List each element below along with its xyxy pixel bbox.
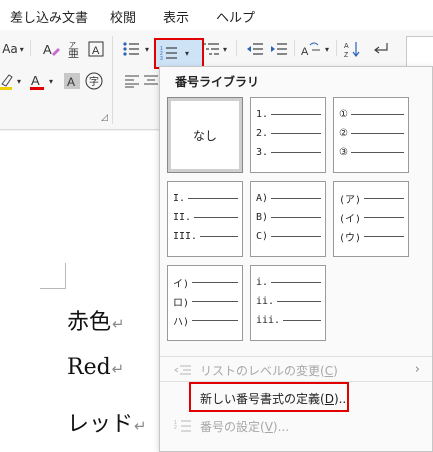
set-numbering-value-item[interactable]: 12 番号の設定(V)...: [172, 414, 424, 438]
submenu-chevron-icon: ›: [414, 362, 420, 377]
svg-text:A: A: [344, 43, 349, 50]
align-center-icon[interactable]: [142, 70, 160, 92]
menu-review[interactable]: 校閲: [110, 7, 136, 26]
change-list-level-item[interactable]: リストのレベルの変更(C) ›: [172, 358, 424, 382]
document-line-1[interactable]: 赤色↵: [67, 304, 125, 336]
svg-text:Z: Z: [344, 52, 349, 58]
list-number: ハ): [173, 316, 190, 328]
asian-layout-dropdown[interactable]: ▾: [322, 38, 332, 60]
asian-layout-icon[interactable]: A: [300, 38, 322, 60]
document-line-3[interactable]: レッド↵: [67, 406, 147, 438]
divider: [294, 40, 295, 56]
list-number: i.: [256, 276, 269, 288]
divider: [336, 40, 337, 56]
define-new-format-highlight: [189, 382, 349, 412]
list-number: A): [256, 192, 269, 204]
numbering-dropdown-icon: ▾: [184, 48, 189, 58]
menu-divider: [160, 356, 432, 357]
list-number: III.: [173, 230, 198, 242]
list-number: ②: [339, 127, 348, 139]
list-number: I.: [173, 192, 186, 204]
numbering-icon: 123: [158, 42, 180, 64]
list-number: iii.: [256, 314, 281, 326]
document-line-2[interactable]: Red↵: [67, 355, 124, 380]
list-number: ①: [339, 108, 348, 120]
numbering-tile-circled[interactable]: ① ② ③: [333, 97, 409, 173]
numbering-value-icon: 12: [172, 418, 194, 434]
menu-mailings[interactable]: 差し込み文書: [10, 7, 88, 26]
numbering-tile-katakana-paren[interactable]: (ア) (イ) (ウ): [333, 181, 409, 257]
font-color-dropdown[interactable]: ▾: [46, 70, 56, 92]
phonetic-guide-icon[interactable]: ア亜: [64, 38, 84, 60]
list-number: 3.: [256, 146, 269, 158]
svg-text:3: 3: [160, 56, 163, 61]
numbering-tile-roman-upper[interactable]: I. II. III.: [167, 181, 243, 257]
svg-text:A: A: [31, 73, 40, 88]
change-case-button[interactable]: Aa ▾: [0, 38, 26, 60]
document-line-text: Red: [67, 355, 111, 380]
svg-text:A: A: [43, 42, 52, 57]
character-shading-icon[interactable]: A: [62, 70, 82, 92]
increase-indent-icon[interactable]: [268, 38, 290, 60]
multilevel-list-dropdown[interactable]: ▾: [220, 38, 230, 60]
align-left-icon[interactable]: [122, 70, 142, 92]
numbering-tile-arabic[interactable]: 1. 2. 3.: [250, 97, 326, 173]
menu-view[interactable]: 表示: [163, 7, 189, 26]
svg-text:A: A: [301, 46, 309, 57]
list-number: (ア): [339, 194, 362, 206]
list-number: (ウ): [339, 232, 362, 244]
document-line-text: 赤色: [67, 310, 112, 335]
highlight-color-dropdown[interactable]: ▾: [14, 70, 24, 92]
clear-formatting-icon[interactable]: A: [40, 38, 62, 60]
show-formatting-marks-icon[interactable]: [370, 38, 392, 60]
paragraph-mark: ↵: [111, 360, 125, 378]
group-divider: [112, 36, 113, 124]
multilevel-list-icon[interactable]: [200, 38, 222, 60]
list-number: (イ): [339, 213, 362, 225]
none-label: なし: [192, 128, 217, 143]
numbering-tile-iroha[interactable]: イ) ロ) ハ): [167, 265, 243, 341]
divider: [30, 40, 31, 56]
svg-text:A: A: [67, 75, 75, 89]
list-number: イ): [173, 278, 190, 290]
paragraph-mark: ↵: [112, 315, 125, 333]
list-number: 2.: [256, 127, 269, 139]
svg-text:2: 2: [174, 425, 177, 431]
menu-help[interactable]: ヘルプ: [216, 7, 255, 26]
list-number: ロ): [173, 297, 190, 309]
list-number: B): [256, 211, 269, 223]
list-number: II.: [173, 211, 192, 223]
set-numbering-value-label: 番号の設定(V)...: [200, 419, 290, 434]
numbering-tile-none[interactable]: なし: [167, 97, 243, 173]
bullets-icon[interactable]: [120, 38, 142, 60]
enclose-characters-icon[interactable]: 字: [84, 70, 104, 92]
sort-icon[interactable]: AZ: [342, 38, 364, 60]
document-line-text: レッド: [67, 412, 134, 437]
list-level-icon: [172, 362, 194, 378]
page-margin-marker: [40, 263, 66, 289]
bullets-dropdown[interactable]: ▾: [142, 38, 152, 60]
numbering-library-title: 番号ライブラリ: [175, 75, 260, 89]
paragraph-mark: ↵: [134, 417, 147, 435]
list-number: ③: [339, 146, 348, 158]
enclosed-character-icon[interactable]: A: [86, 38, 106, 60]
numbering-tile-alpha-upper[interactable]: A) B) C): [250, 181, 326, 257]
numbering-tile-roman-lower[interactable]: i. ii. iii.: [250, 265, 326, 341]
divider: [236, 40, 237, 56]
change-list-level-label: リストのレベルの変更(C): [200, 363, 338, 378]
svg-text:字: 字: [89, 75, 99, 88]
highlight-color-icon[interactable]: [0, 70, 14, 92]
font-size-prefix: Aa: [2, 42, 18, 56]
menu-bar: 差し込み文書 校閲 表示 ヘルプ: [0, 0, 433, 30]
font-color-icon[interactable]: A: [28, 70, 46, 92]
font-dialog-launcher-icon[interactable]: ◿: [101, 113, 108, 123]
list-number: 1.: [256, 108, 269, 120]
list-number: C): [256, 230, 269, 242]
svg-text:A: A: [92, 45, 100, 57]
list-number: ii.: [256, 295, 275, 307]
svg-text:亜: 亜: [68, 48, 79, 58]
decrease-indent-icon[interactable]: [244, 38, 266, 60]
